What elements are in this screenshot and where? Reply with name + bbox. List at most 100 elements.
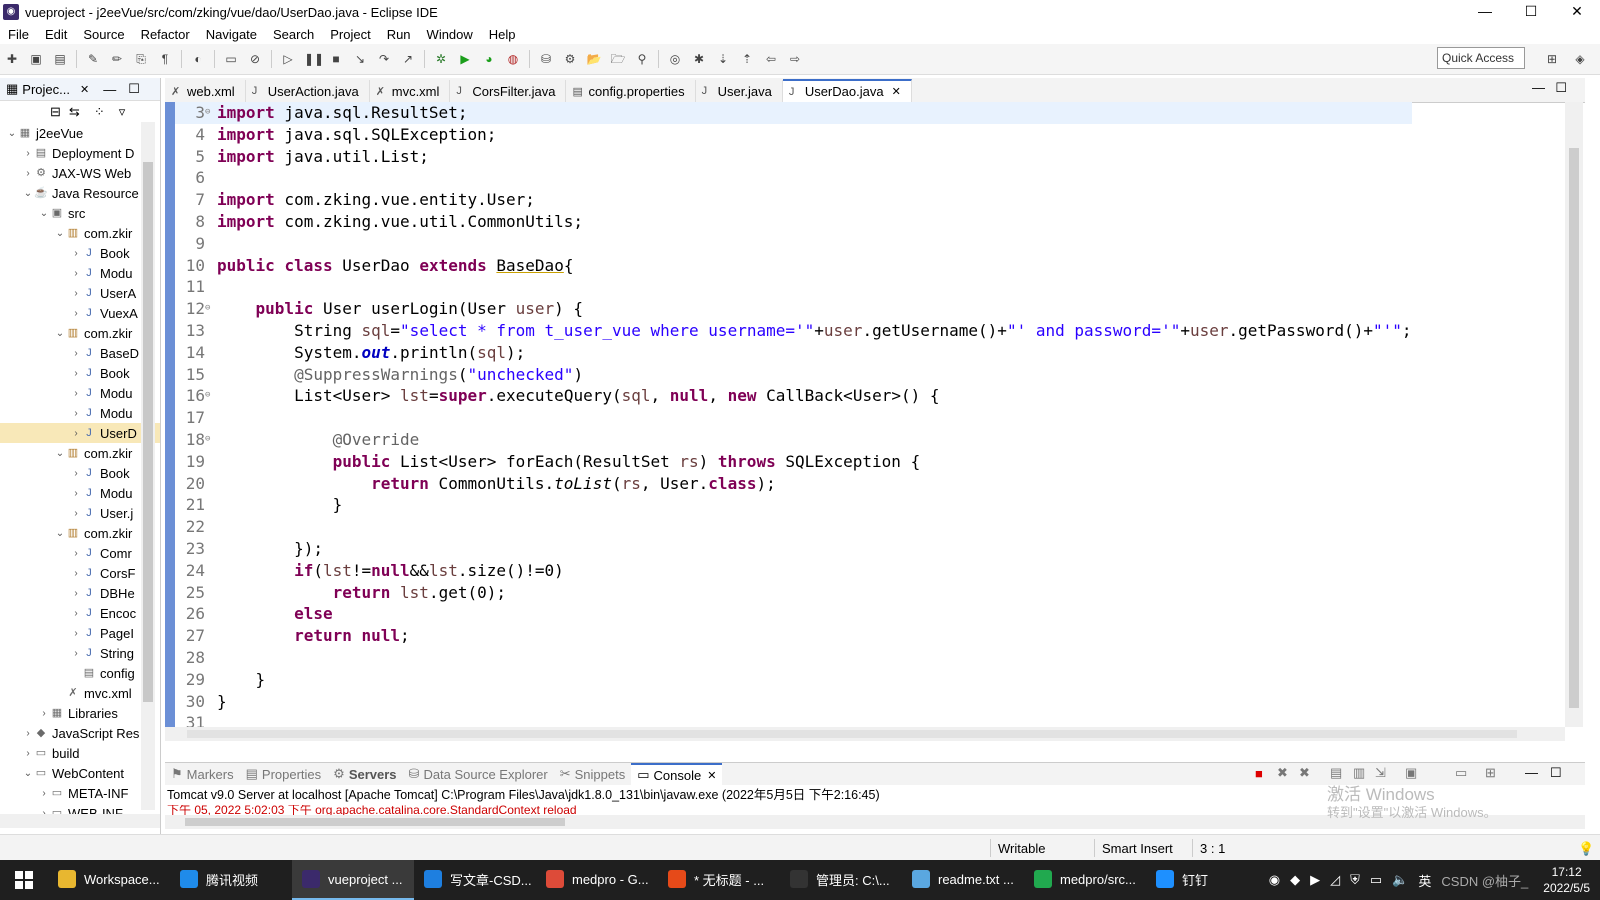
taskbar-app[interactable]: readme.txt ... bbox=[902, 860, 1024, 900]
chevron-right-icon[interactable]: › bbox=[70, 508, 82, 519]
explorer-scrollbar[interactable] bbox=[141, 122, 155, 810]
tree-item[interactable]: › J BaseD bbox=[0, 343, 160, 363]
lightbulb-icon[interactable]: 💡 bbox=[1578, 841, 1594, 857]
save-all-icon[interactable]: ▤ bbox=[52, 51, 68, 67]
minimize-button[interactable]: — bbox=[1462, 0, 1508, 24]
tree-item[interactable]: › ▭ META-INF bbox=[0, 783, 160, 803]
tree-item[interactable]: › J Encoc bbox=[0, 603, 160, 623]
clear-console-icon[interactable]: ▤ bbox=[1330, 765, 1342, 781]
explorer-tab-close-icon[interactable]: ✕ bbox=[80, 83, 89, 96]
menu-file[interactable]: File bbox=[0, 27, 37, 42]
new-java-project-icon[interactable]: ⚙ bbox=[562, 51, 578, 67]
tree-item[interactable]: ✗ mvc.xml bbox=[0, 683, 160, 703]
tab-useraction-java[interactable]: J UserAction.java bbox=[246, 80, 370, 102]
tree-item[interactable]: ⌄ ▥ com.zkir bbox=[0, 523, 160, 543]
menu-help[interactable]: Help bbox=[481, 27, 524, 42]
tree-item[interactable]: › J String bbox=[0, 643, 160, 663]
chevron-right-icon[interactable]: › bbox=[22, 168, 34, 179]
explorer-tab[interactable]: ▦ Projec... ✕ — ☐ bbox=[0, 78, 160, 101]
chevron-right-icon[interactable]: › bbox=[70, 488, 82, 499]
new-icon[interactable]: ✚ bbox=[4, 51, 20, 67]
tray-ime-indicator[interactable]: 英 bbox=[1418, 871, 1431, 890]
explorer-hscrollbar[interactable] bbox=[0, 814, 160, 828]
tree-item[interactable]: ⌄ ▦ j2eeVue bbox=[0, 123, 160, 143]
chevron-right-icon[interactable]: › bbox=[70, 308, 82, 319]
external-tools-icon[interactable]: ◍ bbox=[505, 51, 521, 67]
tab-mvc-xml[interactable]: ✗ mvc.xml bbox=[370, 80, 451, 102]
taskbar-app[interactable]: 写文章-CSD... bbox=[414, 860, 536, 900]
display-console-icon[interactable]: ▭ bbox=[1455, 765, 1467, 781]
tree-item[interactable]: ⌄ ▣ src bbox=[0, 203, 160, 223]
profile-icon[interactable]: ◐ bbox=[190, 51, 206, 67]
tab-data-source-explorer[interactable]: ⛁ Data Source Explorer bbox=[403, 766, 554, 782]
prev-annotation-icon[interactable]: ⇡ bbox=[739, 51, 755, 67]
suspend-icon[interactable]: ❚❚ bbox=[304, 51, 324, 67]
editor-minimize-icon[interactable]: — bbox=[1532, 80, 1545, 95]
chevron-down-icon[interactable]: ⌄ bbox=[54, 328, 66, 339]
scroll-lock-icon[interactable]: ▥ bbox=[1353, 765, 1365, 781]
chevron-right-icon[interactable]: › bbox=[70, 428, 82, 439]
maximize-button[interactable]: ☐ bbox=[1508, 0, 1554, 24]
tree-item[interactable]: ⌄ ▥ com.zkir bbox=[0, 443, 160, 463]
back-icon[interactable]: ⇦ bbox=[763, 51, 779, 67]
link-editor-icon[interactable]: ⇆ bbox=[69, 104, 80, 120]
tab-close-icon[interactable]: ✕ bbox=[892, 85, 901, 98]
windows-start-button[interactable] bbox=[0, 860, 48, 900]
tree-item[interactable]: ▤ config bbox=[0, 663, 160, 683]
chevron-right-icon[interactable]: › bbox=[22, 728, 34, 739]
view-menu-icon[interactable]: ▿ bbox=[119, 104, 126, 120]
tree-item[interactable]: ⌄ ▥ com.zkir bbox=[0, 323, 160, 343]
tree-item[interactable]: › J Book bbox=[0, 363, 160, 383]
step-over-icon[interactable]: ↷ bbox=[376, 51, 392, 67]
tray-battery-icon[interactable]: ▭ bbox=[1370, 872, 1382, 888]
maximize-view-icon[interactable]: ☐ bbox=[128, 81, 140, 97]
chevron-down-icon[interactable]: ⌄ bbox=[22, 188, 34, 199]
tree-item[interactable]: › J Book bbox=[0, 243, 160, 263]
tab-servers[interactable]: ⚙ Servers bbox=[327, 766, 402, 782]
chevron-right-icon[interactable]: › bbox=[70, 628, 82, 639]
open-type-icon[interactable]: ⎘ bbox=[133, 51, 149, 67]
tree-item[interactable]: › ⚙ JAX-WS Web bbox=[0, 163, 160, 183]
taskbar-app[interactable]: 管理员: C:\... bbox=[780, 860, 902, 900]
tree-item[interactable]: › J Modu bbox=[0, 263, 160, 283]
taskbar-app[interactable]: 腾讯视频 bbox=[170, 860, 292, 900]
tree-item[interactable]: › ▤ Deployment D bbox=[0, 143, 160, 163]
save-icon[interactable]: ▣ bbox=[28, 51, 44, 67]
forward-icon[interactable]: ⇨ bbox=[787, 51, 803, 67]
tab-web-xml[interactable]: ✗ web.xml bbox=[165, 80, 246, 102]
filter-icon[interactable]: ⁘ bbox=[94, 104, 105, 120]
menu-refactor[interactable]: Refactor bbox=[133, 27, 198, 42]
menu-edit[interactable]: Edit bbox=[37, 27, 75, 42]
chevron-right-icon[interactable]: › bbox=[70, 548, 82, 559]
tree-item[interactable]: › J Comr bbox=[0, 543, 160, 563]
tree-item[interactable]: › ◆ JavaScript Res bbox=[0, 723, 160, 743]
step-return-icon[interactable]: ↗ bbox=[400, 51, 416, 67]
tab-user-java[interactable]: J User.java bbox=[696, 80, 783, 102]
toggle-mark-icon[interactable]: ✎ bbox=[85, 51, 101, 67]
tree-item[interactable]: › J PageI bbox=[0, 623, 160, 643]
tab-corsfilter-java[interactable]: J CorsFilter.java bbox=[450, 80, 567, 102]
minimize-view-icon[interactable]: — bbox=[103, 82, 116, 97]
chevron-right-icon[interactable]: › bbox=[38, 788, 50, 799]
chevron-right-icon[interactable]: › bbox=[38, 708, 50, 719]
open-perspective-icon[interactable]: ⊞ bbox=[1544, 51, 1560, 67]
java-ee-perspective-icon[interactable]: ◈ bbox=[1572, 51, 1588, 67]
menu-window[interactable]: Window bbox=[419, 27, 481, 42]
quick-access-input[interactable]: Quick Access bbox=[1437, 47, 1525, 69]
tree-item[interactable]: › J Modu bbox=[0, 483, 160, 503]
chevron-right-icon[interactable]: › bbox=[70, 468, 82, 479]
skip-breakpoints-icon[interactable]: ⊘ bbox=[247, 51, 263, 67]
tree-item[interactable]: ⌄ ☕ Java Resource bbox=[0, 183, 160, 203]
tab-console[interactable]: ▭ Console ✕ bbox=[631, 763, 723, 785]
editor-hscrollbar[interactable] bbox=[165, 727, 1565, 741]
chevron-right-icon[interactable]: › bbox=[70, 288, 82, 299]
taskbar-clock[interactable]: 17:12 2022/5/5 bbox=[1543, 864, 1590, 896]
terminal-icon[interactable]: ▭ bbox=[223, 51, 239, 67]
chevron-down-icon[interactable]: ⌄ bbox=[54, 448, 66, 459]
taskbar-app[interactable]: medpro/src... bbox=[1024, 860, 1146, 900]
chevron-right-icon[interactable]: › bbox=[70, 408, 82, 419]
paragraph-icon[interactable]: ¶ bbox=[157, 51, 173, 67]
tab-properties[interactable]: ▤ Properties bbox=[240, 766, 328, 782]
tree-item[interactable]: ⌄ ▥ com.zkir bbox=[0, 223, 160, 243]
close-button[interactable]: ✕ bbox=[1554, 0, 1600, 24]
